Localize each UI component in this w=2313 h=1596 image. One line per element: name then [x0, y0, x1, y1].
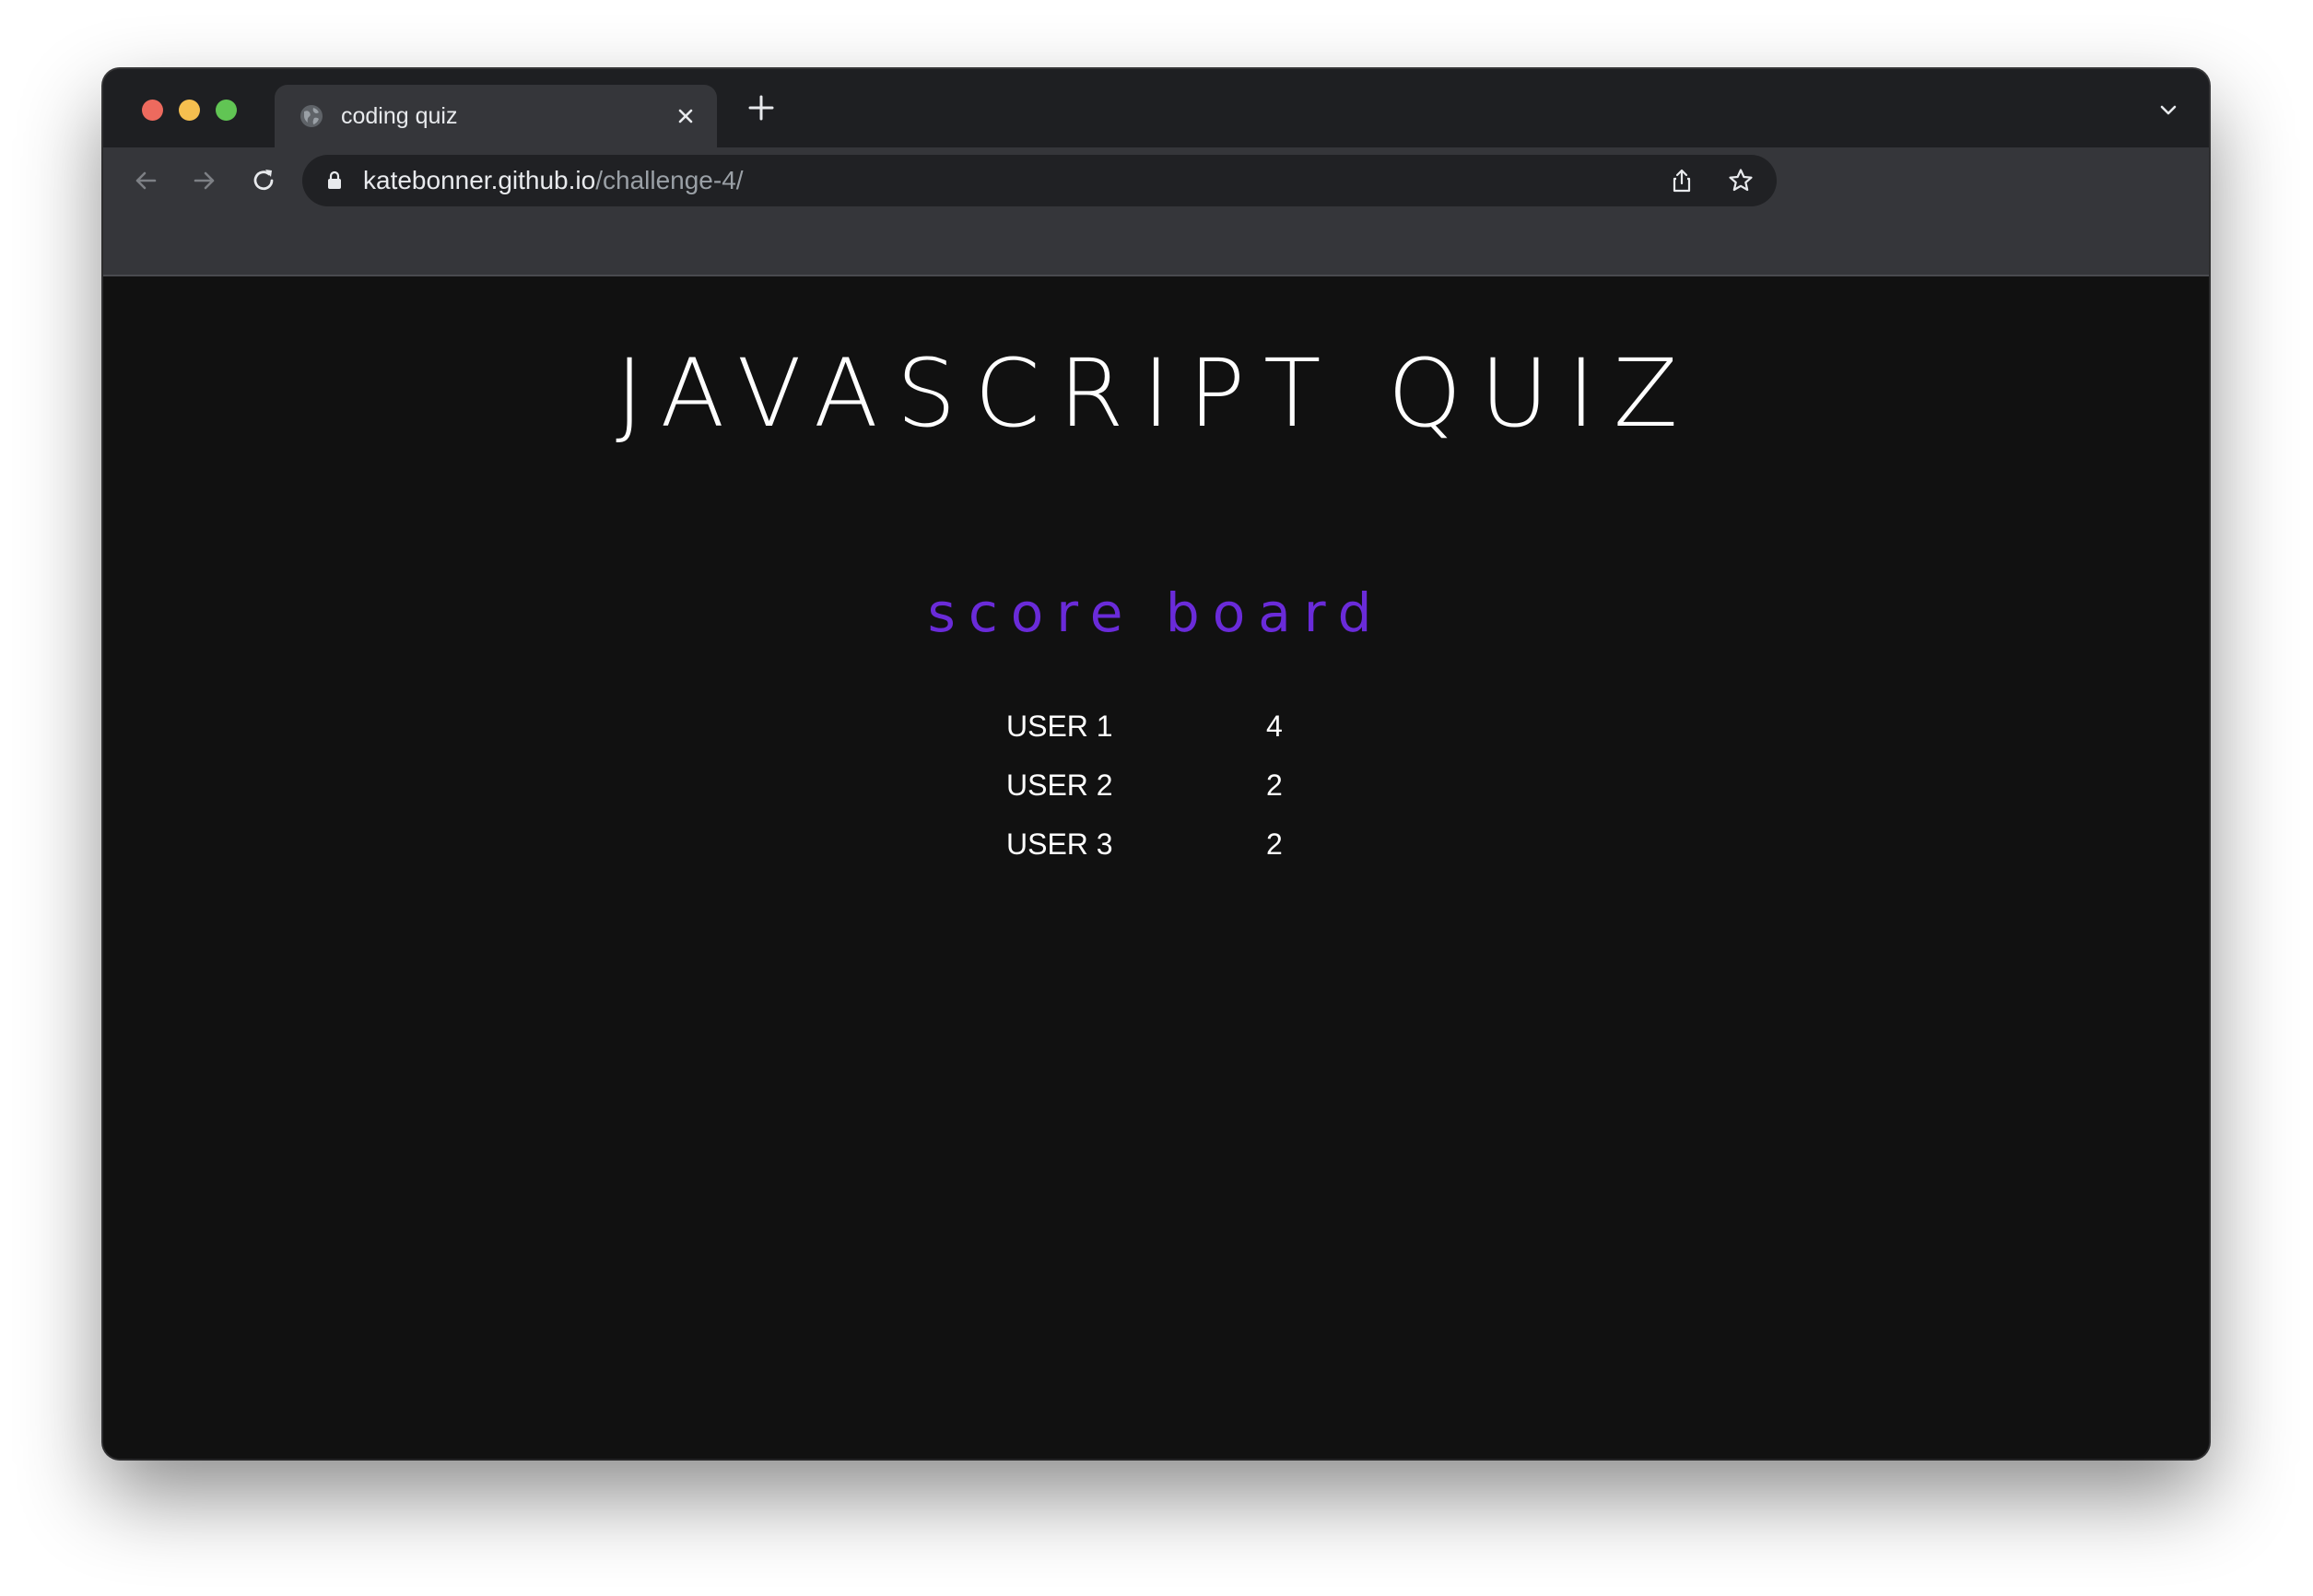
score-user-name: USER 2: [1006, 769, 1113, 802]
share-icon[interactable]: [1668, 167, 1696, 194]
score-board-title: score board: [927, 581, 1385, 644]
browser-tab[interactable]: coding quiz: [275, 85, 717, 147]
close-window-button[interactable]: [142, 100, 163, 121]
minimize-window-button[interactable]: [179, 100, 200, 121]
close-icon[interactable]: [673, 103, 699, 129]
page-content: JAVASCRIPT QUIZ score board USER 1 4 USE…: [103, 276, 2209, 1459]
browser-toolbar: katebonner.github.io/challenge-4/: [103, 147, 2209, 276]
score-user-name: USER 1: [1006, 710, 1113, 743]
lock-icon[interactable]: [324, 170, 345, 192]
title-bar: coding quiz: [103, 69, 2209, 147]
score-row: USER 3 2: [1006, 826, 1301, 885]
tab-title: coding quiz: [341, 103, 458, 129]
page-title: JAVASCRIPT QUIZ: [616, 339, 1697, 449]
url-host: katebonner.github.io: [363, 166, 596, 194]
score-row: USER 1 4: [1006, 708, 1301, 767]
back-arrow-icon[interactable]: [129, 164, 162, 197]
score-value: 2: [1266, 827, 1283, 861]
url-text[interactable]: katebonner.github.io/challenge-4/: [363, 166, 744, 195]
browser-window: coding quiz katebonner.github.io/challen…: [103, 69, 2209, 1459]
star-icon[interactable]: [1727, 167, 1755, 194]
globe-icon: [300, 105, 323, 127]
chevron-down-icon[interactable]: [2155, 97, 2181, 123]
score-user-name: USER 3: [1006, 827, 1113, 861]
url-path: /challenge-4/: [595, 166, 744, 194]
address-bar[interactable]: katebonner.github.io/challenge-4/: [302, 155, 1777, 206]
score-row: USER 2 2: [1006, 767, 1301, 826]
score-value: 4: [1266, 710, 1283, 743]
score-value: 2: [1266, 769, 1283, 802]
maximize-window-button[interactable]: [216, 100, 237, 121]
score-board-list: USER 1 4 USER 2 2 USER 3 2: [1006, 708, 1301, 885]
new-tab-icon[interactable]: [743, 89, 780, 126]
reload-icon[interactable]: [247, 164, 280, 197]
forward-arrow-icon[interactable]: [188, 164, 221, 197]
